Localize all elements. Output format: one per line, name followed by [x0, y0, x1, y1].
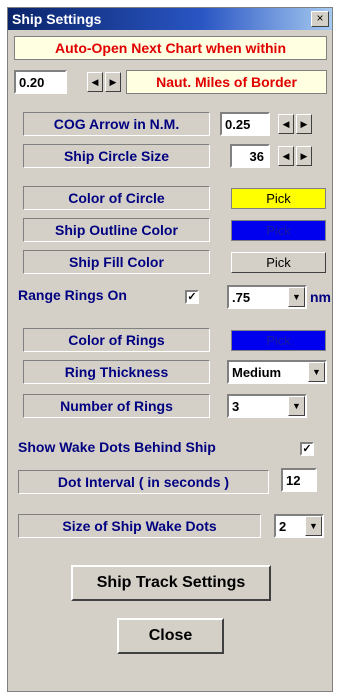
color-of-circle-label: Color of Circle — [23, 186, 210, 210]
chevron-down-icon[interactable]: ▼ — [288, 396, 305, 416]
close-icon[interactable]: × — [311, 11, 329, 27]
chevron-down-icon[interactable]: ▼ — [288, 287, 305, 307]
fill-color-pick-button[interactable]: Pick — [231, 252, 326, 273]
auto-open-decrease-button[interactable]: ◀ — [87, 72, 103, 92]
naut-miles-label: Naut. Miles of Border — [126, 70, 327, 94]
auto-open-distance-input[interactable]: 0.20 — [14, 70, 67, 94]
ship-outline-color-label: Ship Outline Color — [23, 218, 210, 242]
circle-size-decrease-button[interactable]: ◀ — [278, 146, 294, 166]
color-of-rings-label: Color of Rings — [23, 328, 210, 352]
wake-dot-size-value: 2 — [279, 518, 287, 534]
circle-color-pick-button[interactable]: Pick — [231, 188, 326, 209]
window-title: Ship Settings — [12, 11, 102, 27]
ship-track-settings-button[interactable]: Ship Track Settings — [71, 565, 271, 601]
chevron-down-icon[interactable]: ▼ — [308, 362, 325, 382]
rings-color-pick-button[interactable]: Pick — [231, 330, 326, 351]
chevron-down-icon[interactable]: ▼ — [305, 516, 322, 536]
auto-open-label: Auto-Open Next Chart when within — [14, 36, 327, 60]
cog-arrow-increase-button[interactable]: ▶ — [296, 114, 312, 134]
number-of-rings-select[interactable]: 3 ▼ — [227, 394, 307, 418]
ship-circle-size-input[interactable]: 36 — [230, 144, 270, 168]
close-button[interactable]: Close — [117, 618, 224, 654]
cog-arrow-decrease-button[interactable]: ◀ — [278, 114, 294, 134]
number-of-rings-value: 3 — [232, 398, 240, 414]
range-rings-label: Range Rings On — [18, 287, 127, 303]
dot-interval-label: Dot Interval ( in seconds ) — [18, 470, 269, 494]
ship-settings-window: Ship Settings × Auto-Open Next Chart whe… — [7, 7, 333, 692]
ship-fill-color-label: Ship Fill Color — [23, 250, 210, 274]
ring-thickness-value: Medium — [232, 364, 282, 380]
dot-interval-input[interactable]: 12 — [281, 468, 317, 492]
wake-dots-label: Show Wake Dots Behind Ship — [18, 439, 216, 455]
cog-arrow-label: COG Arrow in N.M. — [23, 112, 210, 136]
ring-thickness-label: Ring Thickness — [23, 360, 210, 384]
title-bar: Ship Settings × — [8, 8, 332, 30]
wake-dot-size-label: Size of Ship Wake Dots — [18, 514, 261, 538]
range-ring-distance-select[interactable]: .75 ▼ — [227, 285, 307, 309]
number-of-rings-label: Number of Rings — [23, 394, 210, 418]
auto-open-increase-button[interactable]: ▶ — [105, 72, 121, 92]
range-rings-checkbox[interactable]: ✓ — [185, 290, 199, 304]
outline-color-pick-button[interactable]: Pick — [231, 220, 326, 241]
wake-dots-checkbox[interactable]: ✓ — [300, 442, 314, 456]
cog-arrow-input[interactable]: 0.25 — [220, 112, 270, 136]
range-ring-distance-value: .75 — [232, 289, 251, 305]
circle-size-increase-button[interactable]: ▶ — [296, 146, 312, 166]
wake-dot-size-select[interactable]: 2 ▼ — [274, 514, 324, 538]
ring-thickness-select[interactable]: Medium ▼ — [227, 360, 327, 384]
ship-circle-size-label: Ship Circle Size — [23, 144, 210, 168]
range-ring-unit-label: nm — [310, 289, 331, 305]
